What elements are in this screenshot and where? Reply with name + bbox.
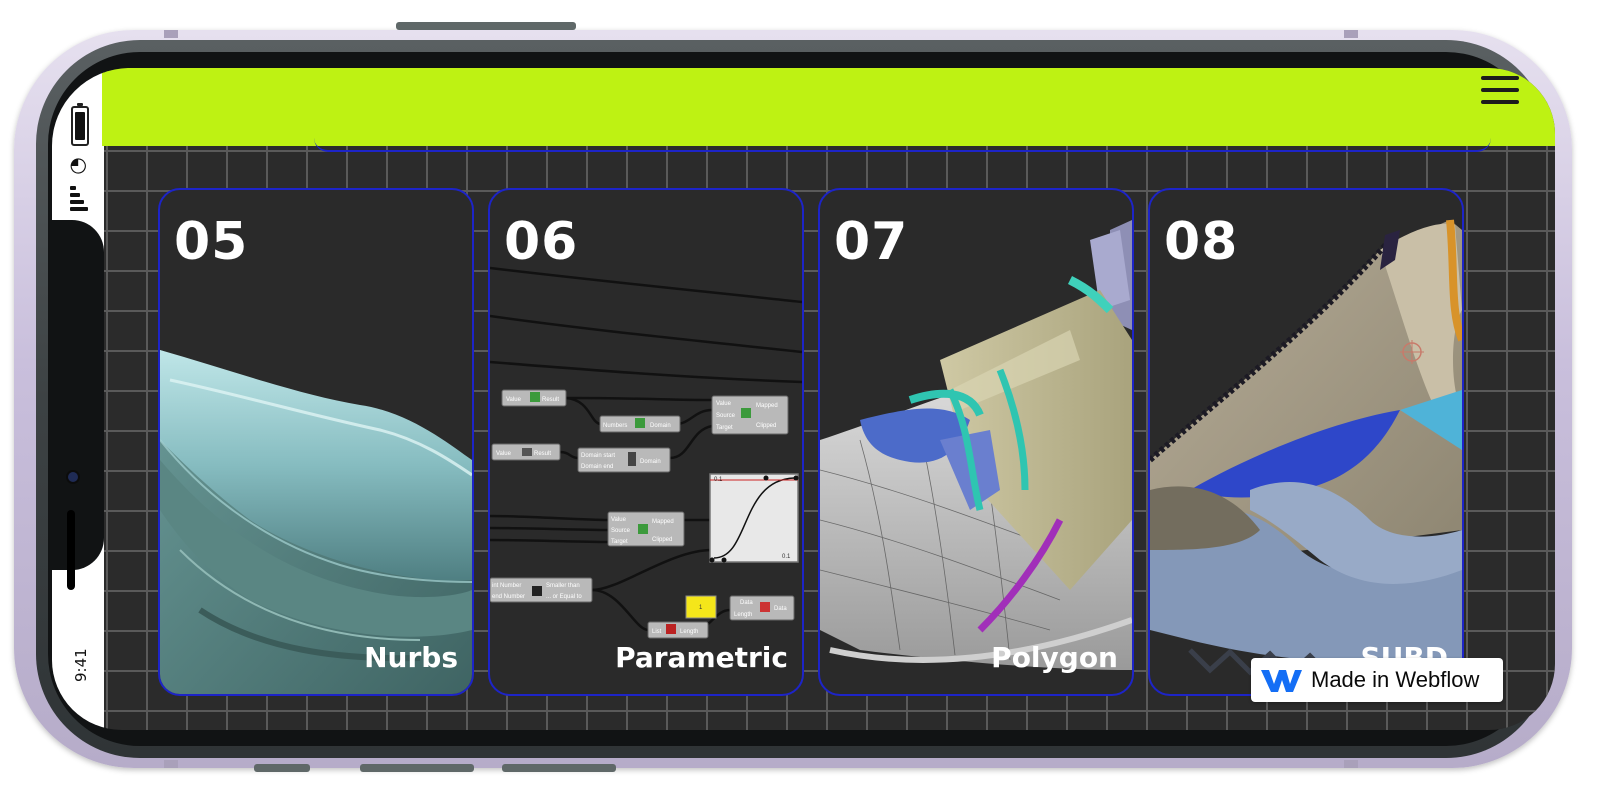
phone-screen: ◔ 9:41 05 Nurbs Value Result Numbers Dom… — [52, 68, 1555, 730]
node-text: int Number — [492, 583, 521, 589]
node-text: Numbers — [603, 423, 627, 429]
node-text: List — [652, 629, 662, 635]
card-label: Parametric — [615, 641, 788, 674]
node-text: Data — [740, 600, 753, 606]
node-text: 0.1 — [782, 554, 791, 560]
node-text: ... or Equal to — [546, 594, 582, 600]
antenna-band — [1344, 760, 1358, 768]
antenna-band — [164, 760, 178, 768]
front-camera-icon — [66, 470, 80, 484]
side-button — [502, 764, 616, 772]
card-number: 07 — [834, 212, 909, 272]
node-text: Smaller than — [546, 583, 580, 589]
camera-notch — [52, 220, 104, 590]
node-text: Length — [680, 629, 698, 635]
antenna-band — [164, 30, 178, 38]
side-button — [360, 764, 474, 772]
wifi-icon: ◔ — [64, 157, 89, 175]
node-text: Length — [734, 612, 752, 618]
card-parametric[interactable]: Value Result Numbers Domain Value Source… — [488, 188, 804, 696]
node-text: Source — [611, 528, 631, 534]
node-text: Result — [534, 451, 551, 457]
status-time: 9:41 — [72, 648, 90, 682]
antenna-band — [1344, 30, 1358, 38]
node-text: 0.1 — [714, 477, 723, 483]
battery-icon — [71, 103, 89, 146]
card-label: Polygon — [991, 641, 1118, 674]
speaker-grille — [67, 510, 75, 590]
node-text: Mapped — [756, 403, 778, 409]
webflow-logo-icon — [1261, 670, 1302, 692]
node-text: Mapped — [652, 519, 674, 525]
node-text: Target — [611, 539, 628, 545]
card-number: 06 — [504, 212, 579, 272]
header-panel-edge — [314, 136, 1491, 152]
made-in-webflow-badge[interactable]: Made in Webflow — [1251, 658, 1503, 702]
badge-text: Made in Webflow — [1311, 667, 1480, 692]
node-text: Domain start — [581, 453, 615, 459]
node-text: Clipped — [652, 537, 672, 543]
node-text: Source — [716, 413, 736, 419]
node-text: Clipped — [756, 423, 776, 429]
card-number: 08 — [1164, 212, 1239, 272]
site-header — [102, 68, 1555, 146]
node-text: end Number — [492, 594, 525, 600]
node-text: Result — [542, 397, 559, 403]
node-text: Domain — [650, 423, 671, 429]
node-text: Value — [611, 517, 627, 523]
node-text: Data — [774, 606, 787, 612]
signal-icon — [70, 186, 92, 216]
node-text: Value — [496, 451, 512, 457]
side-button — [254, 764, 310, 772]
hamburger-menu-icon[interactable] — [1481, 76, 1519, 106]
node-text: Target — [716, 425, 733, 431]
node-text: Value — [506, 397, 522, 403]
card-label: Nurbs — [364, 641, 458, 674]
card-polygon[interactable]: 07 Polygon — [818, 188, 1134, 696]
card-subd[interactable]: 08 SUBD — [1148, 188, 1464, 696]
node-text: Value — [716, 401, 732, 407]
side-button — [396, 22, 576, 30]
node-text: Domain end — [581, 464, 613, 470]
card-number: 05 — [174, 212, 249, 272]
card-nurbs[interactable]: 05 Nurbs — [158, 188, 474, 696]
node-text: Domain — [640, 459, 661, 465]
